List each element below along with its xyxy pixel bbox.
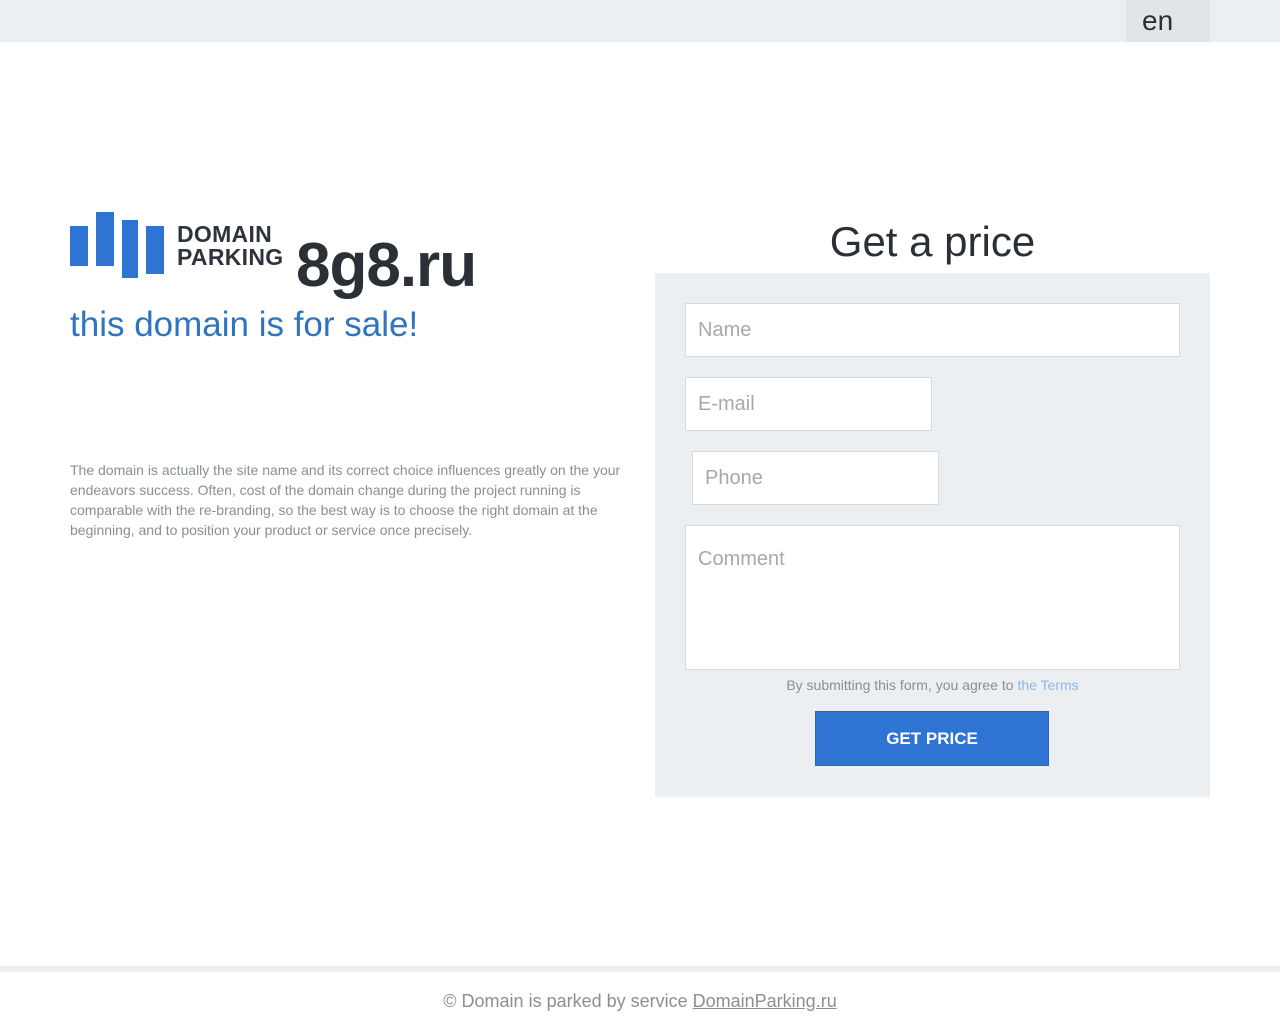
terms-notice: By submitting this form, you agree to th… — [655, 675, 1210, 695]
logo-word-parking: PARKING — [177, 244, 284, 270]
bar-chart-logo-icon — [70, 212, 164, 278]
domainparking-logo[interactable]: DOMAIN PARKING — [70, 212, 300, 278]
footer-text: © Domain is parked by service — [443, 991, 693, 1011]
terms-text: By submitting this form, you agree to — [786, 677, 1018, 693]
phone-input[interactable] — [692, 451, 939, 505]
for-sale-tagline: this domain is for sale! — [70, 305, 419, 344]
logo-word-domain: DOMAIN — [177, 221, 273, 247]
top-bar: en — [0, 0, 1280, 42]
language-selector[interactable]: en — [1126, 0, 1210, 42]
name-input[interactable] — [685, 303, 1180, 357]
comment-textarea[interactable] — [685, 525, 1180, 670]
get-price-button[interactable]: GET PRICE — [815, 711, 1049, 766]
footer-link[interactable]: DomainParking.ru — [693, 991, 837, 1011]
footer-divider — [0, 966, 1280, 972]
terms-link[interactable]: the Terms — [1017, 677, 1078, 693]
domain-name: 8g8.ru — [296, 231, 477, 300]
price-request-form: By submitting this form, you agree to th… — [655, 273, 1210, 797]
email-input[interactable] — [685, 377, 932, 431]
footer: © Domain is parked by service DomainPark… — [0, 988, 1280, 1014]
form-title: Get a price — [829, 218, 1036, 265]
domain-description: The domain is actually the site name and… — [70, 462, 621, 538]
